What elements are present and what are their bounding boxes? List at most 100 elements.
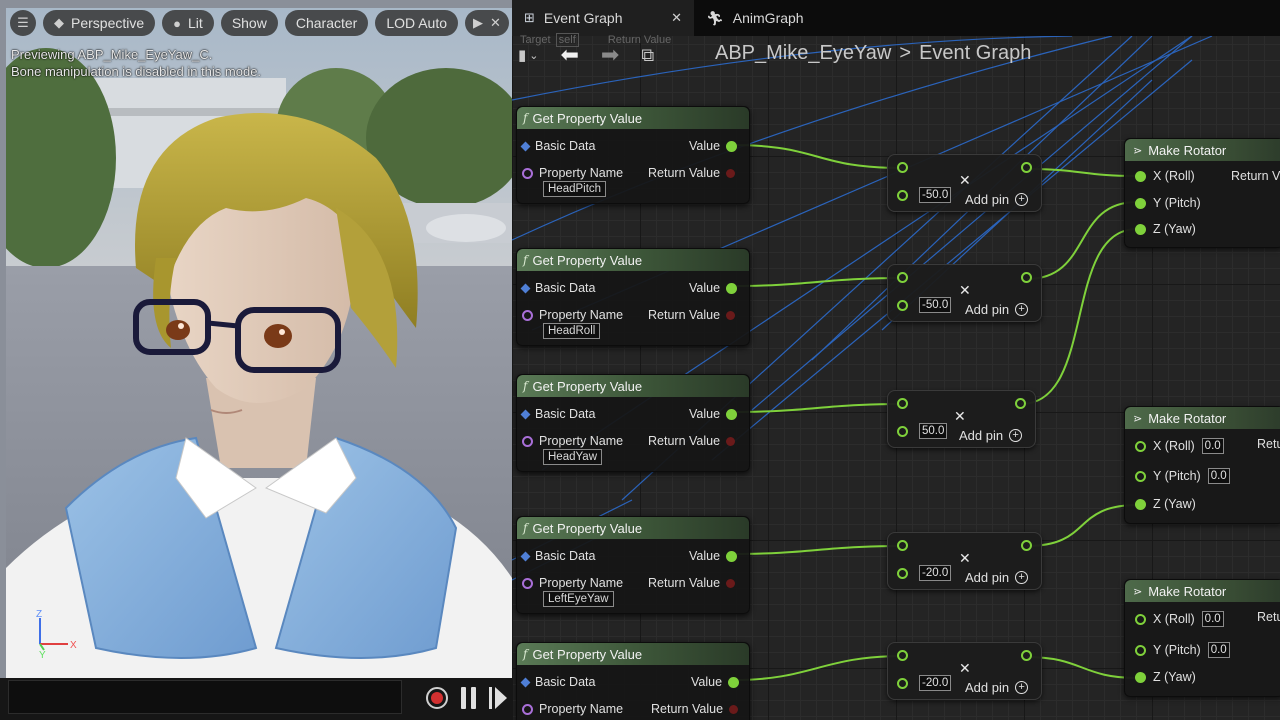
viewport-menu-button[interactable]: ☰: [10, 10, 36, 36]
return-value-pin[interactable]: Return Value: [648, 308, 736, 322]
get-property-node-lefteyeyaw[interactable]: f Get Property Value Basic Data Value Pro…: [516, 516, 750, 614]
add-value-field[interactable]: -20.0: [919, 565, 952, 581]
return-value-label[interactable]: Retu: [1257, 437, 1280, 451]
add-node[interactable]: 50.0 ✕ Add pin +: [887, 390, 1036, 448]
float-input-pin[interactable]: [897, 426, 908, 437]
get-property-node-headroll[interactable]: f Get Property Value Basic Data Value Pro…: [516, 248, 750, 346]
return-value-pin[interactable]: Return Value: [648, 576, 736, 590]
return-value-label[interactable]: Return V: [1231, 169, 1280, 183]
float-pin-icon: [1135, 470, 1146, 482]
x-roll-pin[interactable]: X (Roll) 0.0: [1135, 611, 1224, 627]
float-input-pin[interactable]: [897, 398, 908, 409]
basic-data-pin[interactable]: Basic Data: [520, 139, 595, 153]
add-value-field[interactable]: -50.0: [919, 297, 952, 313]
add-node[interactable]: -50.0 ✕ Add pin +: [887, 154, 1042, 212]
float-output-pin[interactable]: [1021, 540, 1032, 551]
add-node[interactable]: -20.0 ✕ Add pin +: [887, 642, 1042, 700]
property-name-pin[interactable]: Property Name: [522, 702, 623, 716]
tab-event-graph[interactable]: ⊞ Event Graph ✕: [512, 0, 694, 36]
add-value-field[interactable]: -50.0: [919, 187, 952, 203]
float-input-pin[interactable]: [897, 568, 908, 579]
record-button[interactable]: [426, 687, 448, 709]
perspective-button[interactable]: ◆ Perspective: [43, 10, 156, 36]
float-input-pin[interactable]: [897, 190, 908, 201]
float-output-pin[interactable]: [1021, 162, 1032, 173]
x-roll-pin[interactable]: X (Roll): [1135, 169, 1195, 183]
close-icon[interactable]: ✕: [671, 10, 682, 26]
preview-viewport[interactable]: ☰ ◆ Perspective ● Lit Show Character LOD…: [0, 0, 512, 720]
float-input-pin[interactable]: [897, 300, 908, 311]
z-yaw-pin[interactable]: Z (Yaw): [1135, 497, 1196, 511]
float-input-pin[interactable]: [897, 162, 908, 173]
add-value-field[interactable]: 50.0: [919, 423, 948, 439]
y-pitch-pin[interactable]: Y (Pitch) 0.0: [1135, 468, 1230, 484]
property-name-pin[interactable]: Property Name: [522, 434, 623, 448]
back-button[interactable]: ⬅: [560, 42, 578, 68]
value-pin[interactable]: Value: [689, 139, 738, 153]
tab-animgraph[interactable]: 🏃︎ AnimGraph: [694, 0, 816, 36]
property-name-pin[interactable]: Property Name: [522, 308, 623, 322]
get-property-node-headpitch[interactable]: f Get Property Value Basic Data Value Pro…: [516, 106, 750, 204]
play-button[interactable]: ▶ ✕: [465, 10, 509, 36]
x-roll-pin[interactable]: X (Roll) 0.0: [1135, 438, 1224, 454]
property-name-field[interactable]: HeadRoll: [543, 323, 601, 339]
float-output-pin[interactable]: [1021, 650, 1032, 661]
return-value-label[interactable]: Retu: [1257, 610, 1280, 624]
add-pin-button[interactable]: Add pin +: [965, 302, 1029, 317]
forward-button[interactable]: ➡: [601, 42, 619, 68]
float-output-pin[interactable]: [1015, 398, 1026, 409]
float-input-pin[interactable]: [897, 678, 908, 689]
value-pin[interactable]: Value: [689, 549, 738, 563]
property-name-pin[interactable]: Property Name: [522, 576, 623, 590]
bookmark-button[interactable]: ▮ ⌄: [518, 46, 538, 64]
hierarchy-button[interactable]: ⧉: [641, 45, 654, 66]
y-pitch-value-field[interactable]: 0.0: [1207, 468, 1230, 484]
return-value-pin[interactable]: Return Value: [648, 166, 736, 180]
pause-button[interactable]: [461, 687, 477, 709]
float-input-pin[interactable]: [897, 272, 908, 283]
make-rotator-node[interactable]: ⋗ Make Rotator X (Roll) Y (Pitch) Z (Yaw)…: [1124, 138, 1280, 248]
basic-data-pin[interactable]: Basic Data: [520, 675, 595, 689]
property-name-field[interactable]: HeadPitch: [543, 181, 607, 197]
add-pin-button[interactable]: Add pin +: [965, 192, 1029, 207]
lod-button[interactable]: LOD Auto: [375, 10, 459, 36]
breadcrumb-root[interactable]: ABP_Mike_EyeYaw: [715, 42, 891, 65]
float-input-pin[interactable]: [897, 540, 908, 551]
property-name-field[interactable]: HeadYaw: [543, 449, 603, 465]
add-pin-button[interactable]: Add pin +: [959, 428, 1023, 443]
get-property-node-righteyeyaw[interactable]: f Get Property Value Basic Data Value Pro…: [516, 642, 750, 720]
make-rotator-node[interactable]: ⋗ Make Rotator X (Roll) 0.0 Y (Pitch) 0.0 Z…: [1124, 579, 1280, 697]
z-yaw-pin[interactable]: Z (Yaw): [1135, 670, 1196, 684]
get-property-node-headyaw[interactable]: f Get Property Value Basic Data Value Pro…: [516, 374, 750, 472]
basic-data-pin[interactable]: Basic Data: [520, 281, 595, 295]
x-roll-value-field[interactable]: 0.0: [1201, 438, 1224, 454]
float-output-pin[interactable]: [1021, 272, 1032, 283]
basic-data-pin[interactable]: Basic Data: [520, 549, 595, 563]
step-forward-button[interactable]: [489, 687, 507, 709]
value-pin[interactable]: Value: [691, 675, 740, 689]
return-value-pin[interactable]: Return Value: [648, 434, 736, 448]
show-button[interactable]: Show: [220, 10, 278, 36]
basic-data-pin[interactable]: Basic Data: [520, 407, 595, 421]
lit-button[interactable]: ● Lit: [162, 10, 214, 36]
name-pin-icon: [522, 435, 533, 447]
property-name-pin[interactable]: Property Name: [522, 166, 623, 180]
y-pitch-pin[interactable]: Y (Pitch) 0.0: [1135, 642, 1230, 658]
y-pitch-value-field[interactable]: 0.0: [1207, 642, 1230, 658]
add-node[interactable]: -50.0 ✕ Add pin +: [887, 264, 1042, 322]
property-name-field[interactable]: LeftEyeYaw: [543, 591, 614, 607]
z-yaw-pin[interactable]: Z (Yaw): [1135, 222, 1196, 236]
y-pitch-pin[interactable]: Y (Pitch): [1135, 196, 1201, 210]
float-input-pin[interactable]: [897, 650, 908, 661]
x-roll-value-field[interactable]: 0.0: [1201, 611, 1224, 627]
value-pin[interactable]: Value: [689, 281, 738, 295]
character-button[interactable]: Character: [284, 10, 369, 36]
return-value-pin[interactable]: Return Value: [651, 702, 739, 716]
value-pin[interactable]: Value: [689, 407, 738, 421]
add-value-field[interactable]: -20.0: [919, 675, 952, 691]
timeline-scrubber[interactable]: [8, 680, 402, 714]
make-rotator-node[interactable]: ⋗ Make Rotator X (Roll) 0.0 Y (Pitch) 0.0 Z…: [1124, 406, 1280, 524]
add-pin-button[interactable]: Add pin +: [965, 570, 1029, 585]
add-node[interactable]: -20.0 ✕ Add pin +: [887, 532, 1042, 590]
add-pin-button[interactable]: Add pin +: [965, 680, 1029, 695]
